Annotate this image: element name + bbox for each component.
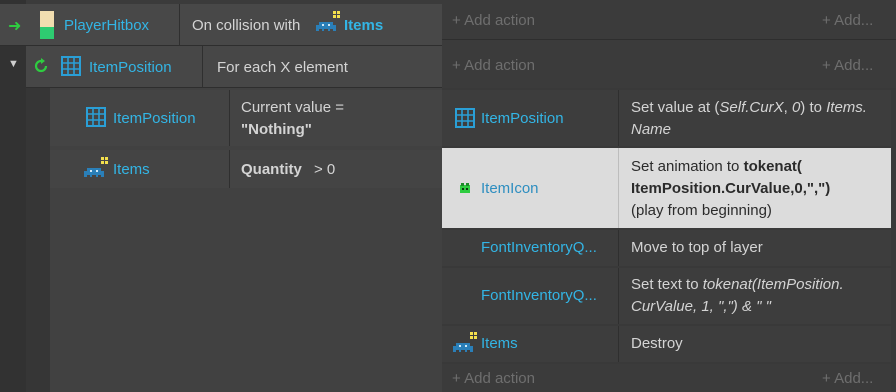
- action-text-part: ,: [783, 99, 792, 116]
- action-text: Set value at (Self.CurX, 0) to Items.: [631, 99, 867, 116]
- add-action-button[interactable]: + Add action: [452, 57, 535, 74]
- sub-event-condition-text: For each X element: [217, 59, 348, 76]
- action-text-part: Set text to: [631, 276, 703, 293]
- items-icon: [84, 156, 110, 180]
- event-object-name[interactable]: PlayerHitbox: [64, 17, 149, 34]
- action-row[interactable]: FontInventoryQ... Set text to tokenat(It…: [442, 268, 891, 324]
- condition-row[interactable]: ItemPosition Current value = "Nothing": [50, 90, 442, 146]
- loop-icon: [32, 57, 50, 75]
- action-param: tokenat(: [743, 158, 802, 175]
- action-text-part: ) to: [800, 99, 827, 116]
- action-text-part: Set animation to: [631, 158, 744, 175]
- action-object-name[interactable]: FontInventoryQ...: [481, 287, 597, 304]
- event-condition-text: On collision with: [192, 17, 301, 34]
- sub-event-row[interactable]: ▼ ItemPosition For each X element: [8, 46, 442, 88]
- items-icon: [316, 10, 342, 34]
- condition-row[interactable]: Items Quantity > 0: [50, 150, 442, 188]
- action-row-selected[interactable]: ItemIcon Set animation to tokenat( ItemP…: [442, 148, 891, 228]
- condition-comparison: > 0: [314, 161, 336, 178]
- action-text-part: Set value at (: [631, 99, 720, 116]
- action-row[interactable]: FontInventoryQ... Move to top of layer: [442, 230, 891, 266]
- action-param: tokenat(ItemPosition.: [702, 276, 844, 293]
- action-param: ItemPosition.CurValue,0,","): [631, 180, 831, 197]
- add-action-row[interactable]: + Add action + Add...: [442, 4, 896, 40]
- action-row[interactable]: ItemPosition Set value at (Self.CurX, 0)…: [442, 90, 891, 146]
- condition-text: Current value =: [241, 99, 344, 116]
- collapse-chevron-icon[interactable]: ▼: [8, 58, 19, 70]
- add-action-button[interactable]: + Add action: [452, 12, 535, 29]
- action-object-name[interactable]: FontInventoryQ...: [481, 239, 597, 256]
- item-icon-sprite-icon: [459, 182, 471, 194]
- condition-object-name[interactable]: ItemPosition: [113, 110, 196, 127]
- action-text: Move to top of layer: [631, 239, 763, 256]
- array-grid-icon: [61, 56, 81, 76]
- action-object-name[interactable]: ItemPosition: [481, 110, 564, 127]
- action-row[interactable]: Items Destroy: [442, 326, 891, 362]
- array-grid-icon: [455, 108, 475, 128]
- add-action-row[interactable]: + Add action + Add...: [442, 48, 896, 86]
- items-icon: [453, 331, 479, 355]
- action-param: CurValue, 1, ",") & " ": [631, 298, 771, 315]
- condition-expression: Quantity: [241, 161, 302, 178]
- add-action-button[interactable]: + Add action: [452, 370, 535, 387]
- sub-event-object-name[interactable]: ItemPosition: [89, 59, 172, 76]
- player-hitbox-icon: [40, 11, 54, 39]
- add-more-button[interactable]: + Add...: [822, 370, 873, 387]
- action-param: Items.: [826, 99, 867, 116]
- condition-object-name[interactable]: Items: [113, 161, 150, 178]
- add-more-button[interactable]: + Add...: [822, 57, 873, 74]
- action-text: Set text to tokenat(ItemPosition.: [631, 276, 844, 293]
- action-object-name[interactable]: ItemIcon: [481, 180, 539, 197]
- action-param: Self.CurX: [719, 99, 784, 116]
- add-more-button[interactable]: + Add...: [822, 12, 873, 29]
- event-condition-target[interactable]: Items: [344, 17, 383, 34]
- event-row[interactable]: ➜ PlayerHitbox On collision with Items: [0, 4, 442, 46]
- action-text: Destroy: [631, 335, 683, 352]
- action-text-part: (play from beginning): [631, 202, 772, 219]
- condition-value: "Nothing": [241, 121, 312, 138]
- action-text: Set animation to tokenat(: [631, 158, 802, 175]
- add-action-row[interactable]: + Add action + Add...: [442, 364, 891, 392]
- array-grid-icon: [86, 107, 106, 127]
- trigger-arrow-icon: ➜: [8, 18, 22, 35]
- action-param: Name: [631, 121, 672, 138]
- action-object-name[interactable]: Items: [481, 335, 518, 352]
- sub-event-margin: [26, 88, 50, 392]
